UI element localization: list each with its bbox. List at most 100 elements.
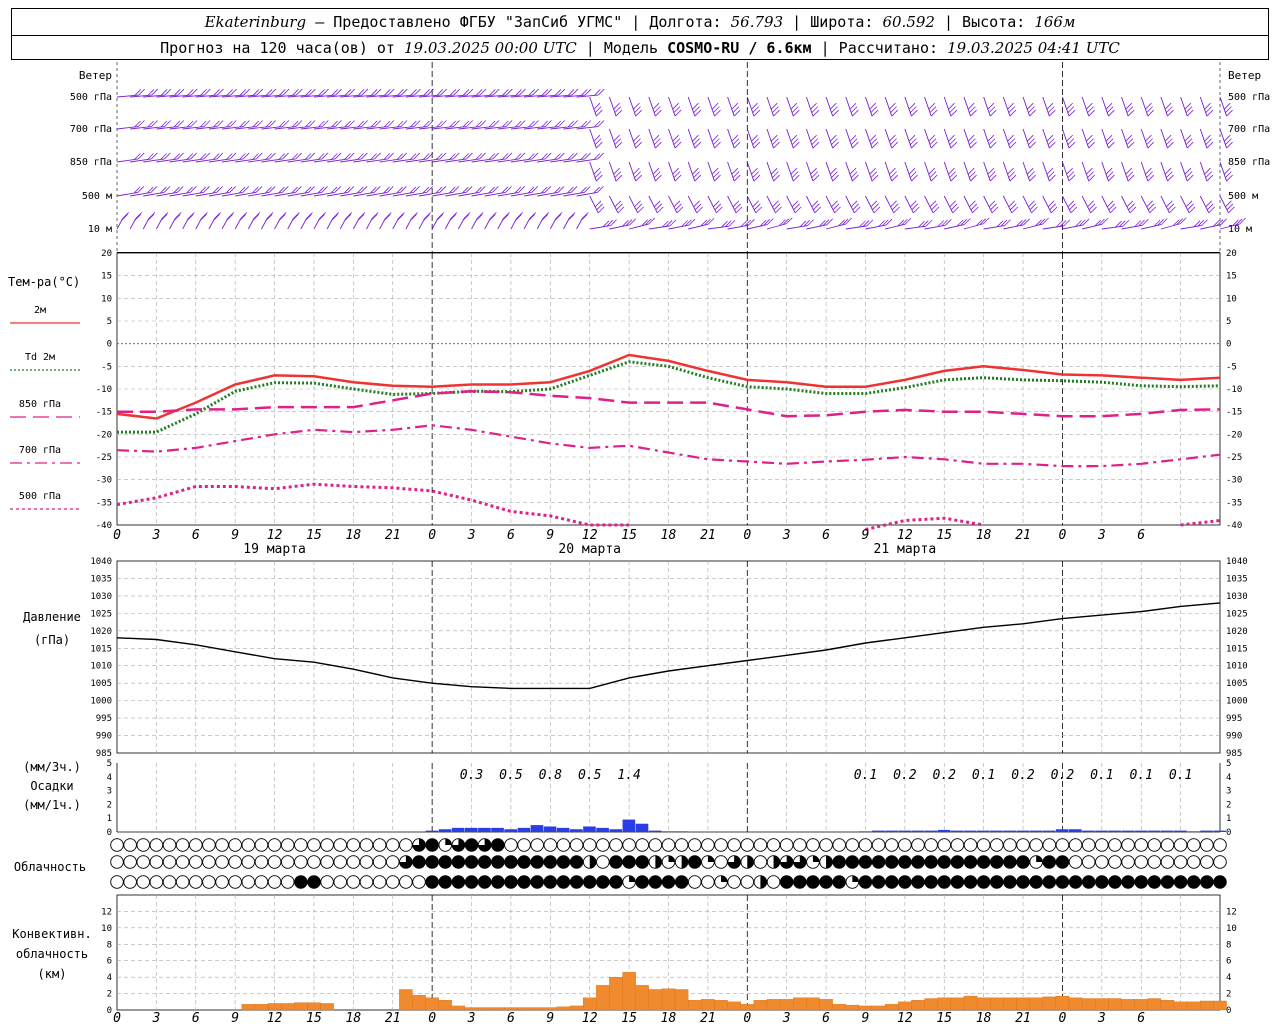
wind-barb-feather: [332, 212, 340, 219]
conv-bar: [1173, 1001, 1188, 1011]
wind-barb-feather: [1201, 219, 1208, 226]
wind-barb: [628, 96, 637, 117]
conv-bar: [1134, 999, 1148, 1011]
press-tick-left: 1025: [90, 609, 112, 619]
wind-barb-feather: [514, 153, 522, 160]
wind-barb-feather: [308, 186, 315, 193]
wind-barb: [924, 96, 932, 117]
wind-barb-feather: [567, 120, 575, 128]
wind-barb: [1180, 128, 1188, 149]
conv-hour-label: 12: [582, 1011, 598, 1024]
cloud-symbol: [1003, 875, 1017, 889]
wind-barb: [845, 161, 853, 182]
wind-barb-feather: [269, 120, 277, 127]
wind-barb-feather: [479, 152, 486, 160]
cloud-title: Облачность: [14, 860, 86, 874]
meteogram: 500 гПа 500 гПа 700 гПа 700 гПа 850 гПа 850 г…: [8, 62, 1270, 1024]
wind-barb-feather: [411, 212, 418, 219]
cloud-symbol: [267, 875, 282, 889]
cloud-symbol: [320, 875, 334, 889]
temp-hour-label: 18: [661, 528, 677, 543]
wind-barb-feather: [227, 212, 235, 219]
cloud-symbol: [1160, 855, 1175, 869]
conv-hour-label: 6: [822, 1011, 830, 1024]
cloud-symbol: [504, 875, 518, 889]
temp-hour-label: 3: [467, 528, 476, 543]
wind-barb: [884, 96, 893, 117]
conv-hour-label: 6: [507, 1011, 515, 1024]
cloud-symbol: [648, 838, 663, 852]
conv-hour-label: 3: [467, 1011, 476, 1024]
wind-barb-feather: [334, 186, 342, 193]
wind-barb: [608, 128, 617, 149]
conv-hour-label: 15: [306, 1011, 322, 1024]
cloud-symbol: [386, 838, 400, 852]
precip-bar: [911, 830, 925, 832]
wind-barb-feather: [213, 214, 220, 221]
conv-tick-left: 4: [107, 973, 112, 983]
wind-barb-feather: [904, 217, 912, 225]
cloud-symbol: [674, 875, 689, 889]
wind-barb-feather: [436, 153, 443, 160]
cloud-symbol: [307, 875, 321, 889]
cloud-symbol: [346, 875, 361, 889]
temp-tick-left: 0: [107, 340, 112, 350]
cloud-symbol: [504, 838, 518, 852]
precip-bar: [1042, 830, 1056, 832]
cloud-symbol: [175, 855, 190, 869]
wind-barb-feather: [160, 214, 168, 221]
conv-bar: [294, 1002, 308, 1011]
conv-bar: [464, 1007, 479, 1011]
wind-barb-feather: [558, 88, 566, 96]
cloud-symbol: [1003, 855, 1017, 869]
wind-barb-feather: [134, 153, 141, 160]
cloud-symbol-fill: [721, 875, 728, 882]
cloud-symbol: [609, 855, 623, 869]
wind-barb-feather: [317, 153, 325, 160]
wind-barb: [865, 96, 873, 117]
wind-barb-feather: [370, 214, 378, 221]
precip-tick-right: 0: [1226, 828, 1231, 838]
cloud-symbol: [123, 855, 137, 869]
wind-barb-feather: [580, 214, 588, 221]
wind-barb-feather: [200, 214, 207, 221]
wind-barb: [1022, 195, 1032, 214]
wind-barb: [845, 128, 853, 149]
conv-bar: [1055, 995, 1070, 1011]
cloud-symbol: [267, 855, 282, 869]
wind-barb-feather: [348, 88, 356, 96]
cloud-symbol: [622, 855, 636, 869]
cloud-symbol: [451, 855, 466, 869]
wind-barb-feather: [203, 186, 210, 193]
cloud-symbol: [937, 875, 952, 889]
cloud-symbol: [1186, 855, 1201, 869]
wind-barb: [1042, 161, 1050, 182]
wind-barb-feather: [452, 186, 460, 193]
precip-bar: [1082, 830, 1095, 832]
wind-barb: [1140, 128, 1149, 149]
cloud-symbol: [950, 875, 965, 889]
cloud-symbol: [1173, 838, 1188, 852]
wind-barb-feather: [478, 186, 486, 193]
wind-barb-feather: [501, 120, 509, 128]
precip-tick-left: 0: [107, 828, 112, 838]
cloud-symbol: [307, 855, 321, 869]
cloud-symbol: [1016, 875, 1030, 889]
cloud-symbol: [1055, 855, 1070, 869]
wind-barb-feather: [826, 218, 833, 226]
cloud-symbol: [858, 855, 873, 869]
conv-bar: [924, 998, 938, 1011]
wind-barb-feather: [397, 89, 404, 96]
cloud-symbol: [412, 875, 426, 889]
temp-tick-left: -10: [96, 385, 112, 395]
cloud-symbol: [950, 855, 965, 869]
wind-barb: [589, 161, 597, 182]
conv-tick-left: 10: [101, 924, 112, 934]
wind-barb-feather: [436, 214, 444, 221]
cloud-symbol: [202, 838, 216, 852]
conv-bar: [556, 1006, 571, 1011]
wind-barb-feather: [479, 88, 487, 96]
temp-legend-label: Td 2м: [25, 352, 55, 363]
wind-barb-feather: [331, 89, 339, 96]
wind-barb: [1101, 96, 1109, 117]
